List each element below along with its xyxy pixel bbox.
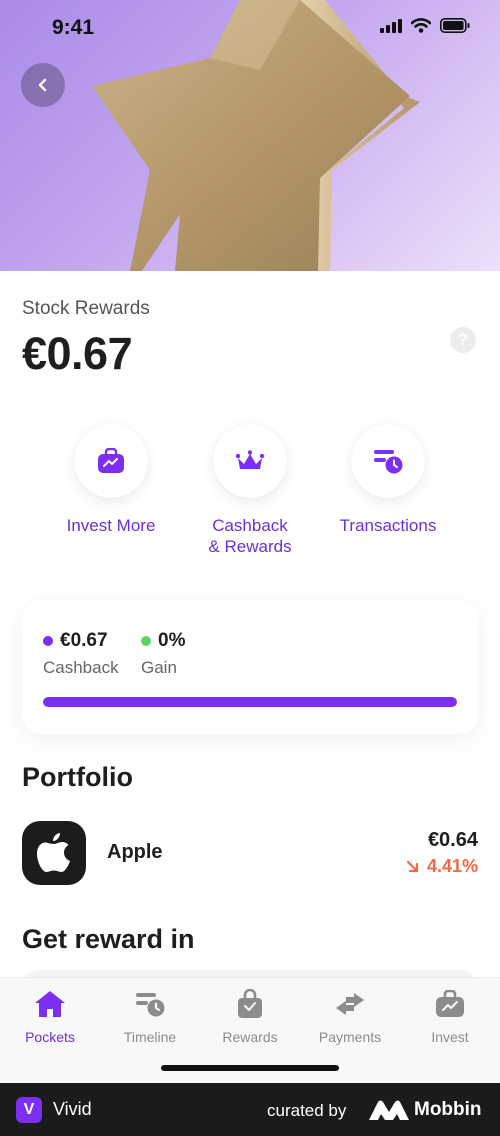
battery-icon <box>440 18 470 33</box>
question-mark-icon[interactable]: ? <box>450 327 476 353</box>
holding-change: 4.41% <box>406 856 478 877</box>
cashback-rewards-button[interactable]: Cashback & Rewards <box>180 424 320 557</box>
app-name: Vivid <box>53 1099 92 1119</box>
tab-timeline-label: Timeline <box>123 1029 177 1045</box>
home-icon <box>35 991 65 1017</box>
tab-timeline[interactable]: Timeline <box>100 988 200 1045</box>
chevron-left-icon <box>38 78 47 92</box>
mobbin-brand: Mobbin <box>414 1099 482 1120</box>
hero-banner: 9:41 <box>0 0 500 271</box>
attribution-footer: V Vivid curated by Mobbin <box>0 1083 500 1136</box>
cashback-rewards-label: Cashback & Rewards <box>180 515 320 557</box>
cashback-progress-fill <box>43 697 457 707</box>
arrow-down-right-icon <box>406 860 419 873</box>
rewards-balance: €0.67 <box>22 328 133 379</box>
crown-icon <box>235 450 265 469</box>
cashback-caption: Cashback <box>43 658 119 677</box>
gift-bag-icon <box>238 989 262 1018</box>
tab-rewards[interactable]: Rewards <box>200 988 300 1045</box>
status-icons <box>380 18 470 33</box>
transactions-clock-icon <box>374 450 403 474</box>
cashback-dot <box>43 636 53 646</box>
home-indicator <box>161 1065 339 1071</box>
gain-dot <box>141 636 151 646</box>
cashback-rewards-circle[interactable] <box>213 424 287 498</box>
cashback-rewards-label-line1: Cashback <box>212 516 288 535</box>
tab-pockets[interactable]: Pockets <box>0 988 100 1045</box>
rewards-title: Stock Rewards <box>22 298 150 319</box>
briefcase-icon <box>98 448 124 473</box>
invest-briefcase-icon <box>436 990 464 1017</box>
transactions-button[interactable]: Transactions <box>318 424 458 536</box>
portfolio-title: Portfolio <box>22 762 133 792</box>
get-reward-title: Get reward in <box>22 924 195 954</box>
status-bar: 9:41 <box>0 0 500 56</box>
tab-invest-label: Invest <box>431 1029 469 1045</box>
tab-pockets-label: Pockets <box>25 1029 75 1045</box>
holding-price: €0.64 <box>427 829 478 851</box>
tab-payments-label: Payments <box>318 1029 382 1045</box>
cashback-progress-bar <box>43 697 457 707</box>
back-button[interactable] <box>21 63 65 107</box>
cashback-rewards-label-line2: & Rewards <box>208 537 292 556</box>
vivid-logo-icon: V <box>16 1097 42 1123</box>
mobbin-logo-icon <box>369 1100 409 1120</box>
wifi-icon <box>411 18 431 33</box>
status-time: 9:41 <box>52 16 95 39</box>
cashback-stat: €0.67 Cashback <box>43 630 119 678</box>
transfer-arrows-icon <box>336 993 364 1015</box>
cellular-signal-icon <box>380 18 402 33</box>
transactions-circle[interactable] <box>351 424 425 498</box>
apple-logo-icon <box>22 821 86 885</box>
cashback-summary-card[interactable]: €0.67 Cashback 0% Gain <box>22 600 478 734</box>
cashback-value: €0.67 <box>60 630 108 651</box>
tab-rewards-label: Rewards <box>222 1029 278 1045</box>
gain-stat: 0% Gain <box>141 630 185 678</box>
invest-more-circle[interactable] <box>74 424 148 498</box>
gain-value: 0% <box>158 630 186 651</box>
curated-by-text: curated by <box>267 1101 347 1120</box>
holding-change-value: 4.41% <box>426 856 478 876</box>
invest-more-button[interactable]: Invest More <box>41 424 181 536</box>
invest-more-label: Invest More <box>66 516 156 535</box>
holding-row-apple[interactable]: Apple €0.64 4.41% <box>22 821 478 885</box>
transactions-label: Transactions <box>339 516 437 535</box>
holding-name: Apple <box>107 841 163 863</box>
timeline-icon <box>136 993 165 1017</box>
tab-payments[interactable]: Payments <box>300 988 400 1045</box>
gain-caption: Gain <box>141 658 177 677</box>
tab-invest[interactable]: Invest <box>400 988 500 1045</box>
stock-rewards-screen: 9:41 Stock Rewards €0.67 ? Invest More C… <box>0 0 500 1136</box>
